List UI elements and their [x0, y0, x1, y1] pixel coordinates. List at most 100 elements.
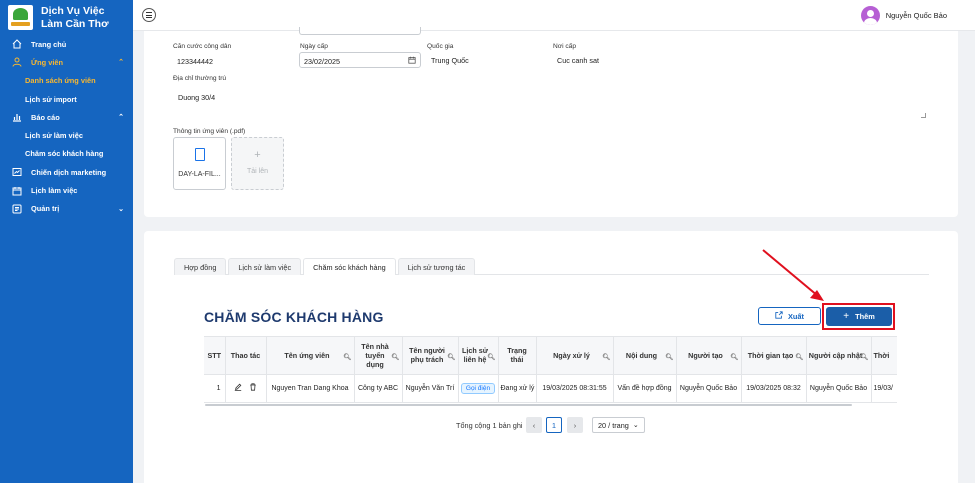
- tab-contracts[interactable]: Hợp đồng: [174, 258, 227, 275]
- cell-created-time: 19/03/2025 08:32: [741, 374, 807, 403]
- tab-interaction-history[interactable]: Lịch sử tương tác: [397, 258, 476, 275]
- address-textarea[interactable]: Duong 30/4: [173, 86, 928, 120]
- address-value: Duong 30/4: [178, 93, 216, 102]
- resize-handle[interactable]: [921, 113, 926, 118]
- page-size-select[interactable]: 20 / trang ⌄: [592, 417, 645, 433]
- sidebar: Dịch Vụ Việc Làm Cần Thơ Trang chủ Ứng v…: [0, 0, 133, 483]
- company-logo: [8, 5, 33, 30]
- sidebar-item-admin[interactable]: Quản trị ⌄: [0, 200, 133, 218]
- column-header-employer: Tên nhà tuyển dụng 🔍︎: [354, 337, 403, 375]
- cell-employer: Công ty ABC: [354, 374, 403, 403]
- issue-place-value[interactable]: Cuc canh sat: [557, 56, 599, 65]
- sidebar-item-candidate-list[interactable]: Danh sách ứng viên: [0, 72, 133, 90]
- tab-work-history[interactable]: Lịch sử làm việc: [228, 258, 302, 275]
- column-header-processed-date: Ngày xử lý 🔍︎: [536, 337, 614, 375]
- contact-tag: Gọi điện: [460, 382, 496, 394]
- cell-actions: [225, 374, 267, 403]
- sidebar-item-import-history[interactable]: Lịch sử import: [0, 90, 133, 108]
- avatar: [860, 6, 880, 25]
- cell-status: Đang xử lý: [498, 374, 537, 403]
- column-header-contact-history: Lịch sử liên hệ 🔍︎: [458, 337, 499, 375]
- calendar-icon: [11, 185, 22, 196]
- user-icon: [11, 57, 22, 68]
- edit-icon[interactable]: [234, 383, 242, 393]
- issue-date-value: 23/02/2025: [304, 56, 340, 66]
- chevron-left-icon: ‹: [532, 420, 536, 430]
- page-number[interactable]: 1: [546, 417, 562, 433]
- uploaded-file[interactable]: DAY-LA-FIL...: [173, 137, 226, 190]
- sidebar-item-label: Trang chủ: [31, 39, 67, 49]
- country-label: Quốc gia: [427, 43, 454, 50]
- sidebar-item-reports[interactable]: Báo cáo ⌃: [0, 108, 133, 126]
- export-button[interactable]: Xuất: [758, 307, 821, 325]
- file-name: DAY-LA-FIL...: [178, 171, 221, 178]
- menu-toggle-icon[interactable]: [142, 8, 156, 22]
- tab-customer-care[interactable]: Chăm sóc khách hàng: [303, 258, 396, 275]
- chevron-down-icon: ⌄: [632, 422, 639, 429]
- customer-care-table: STT Thao tác Tên ứng viên 🔍︎ Tên nhà tuyể…: [204, 336, 897, 408]
- sidebar-item-home[interactable]: Trang chủ: [0, 35, 133, 53]
- search-icon[interactable]: 🔍︎: [665, 353, 673, 362]
- search-icon[interactable]: 🔍︎: [487, 353, 495, 362]
- cccd-value[interactable]: 123344442: [177, 57, 213, 66]
- column-header-candidate: Tên ứng viên 🔍︎: [266, 337, 355, 375]
- column-header-created-time: Thời gian tạo 🔍︎: [741, 337, 807, 375]
- campaign-icon: [11, 167, 22, 178]
- search-icon[interactable]: 🔍︎: [795, 353, 803, 362]
- upload-button[interactable]: + Tải lên: [231, 137, 284, 190]
- cell-updater: Nguyễn Quốc Bảo: [806, 374, 872, 403]
- topbar: Nguyễn Quốc Bảo: [133, 0, 975, 31]
- home-icon: [11, 39, 22, 50]
- column-header-status: Trạng thái: [498, 337, 537, 375]
- sidebar-item-label: Chăm sóc khách hàng: [25, 149, 104, 159]
- column-header-content: Nội dung 🔍︎: [613, 337, 677, 375]
- sidebar-nav: Trang chủ Ứng viên ⌃ Danh sách ứng viên …: [0, 35, 133, 218]
- sidebar-item-label: Ứng viên: [31, 57, 64, 67]
- cell-owner: Nguyễn Văn Trí: [402, 374, 459, 403]
- search-icon[interactable]: 🔍︎: [447, 353, 455, 362]
- sidebar-item-schedule[interactable]: Lịch làm việc: [0, 181, 133, 199]
- calendar-icon: [408, 56, 416, 66]
- search-icon[interactable]: 🔍︎: [860, 353, 868, 362]
- search-icon[interactable]: 🔍︎: [602, 353, 610, 362]
- cell-stt: 1: [204, 374, 226, 403]
- issue-date-field[interactable]: 23/02/2025: [299, 52, 421, 68]
- sidebar-item-label: Quản trị: [31, 204, 60, 214]
- sidebar-item-label: Chiến dịch marketing: [31, 167, 107, 177]
- column-header-time: Thời: [871, 337, 897, 375]
- table-header-row: STT Thao tác Tên ứng viên 🔍︎ Tên nhà tuyể…: [204, 337, 897, 375]
- cell-contact: Gọi điện: [458, 374, 499, 403]
- prev-page-button[interactable]: ‹: [526, 417, 542, 433]
- sidebar-item-label: Báo cáo: [31, 112, 60, 122]
- search-icon[interactable]: 🔍︎: [343, 353, 351, 362]
- column-header-stt: STT: [204, 337, 226, 375]
- app-title: Dịch Vụ Việc Làm Cần Thơ: [41, 5, 109, 30]
- search-icon[interactable]: 🔍︎: [730, 353, 738, 362]
- chevron-up-icon: ⌃: [118, 114, 124, 122]
- page-size-value: 20 / trang: [598, 420, 629, 430]
- file-icon: [195, 148, 205, 161]
- user-menu[interactable]: Nguyễn Quốc Bảo: [860, 6, 947, 25]
- admin-icon: [11, 203, 22, 214]
- cell-content: Vấn đề hợp đồng: [613, 374, 677, 403]
- table-row: 1 Nguyen Tran Dang Khoa Công ty ABC Nguy…: [204, 374, 897, 403]
- annotation-highlight-box: [822, 303, 895, 330]
- horizontal-scrollbar[interactable]: [205, 404, 852, 406]
- previous-field-bottom[interactable]: [299, 27, 421, 35]
- sidebar-item-label: Danh sách ứng viên: [25, 76, 96, 86]
- next-page-button[interactable]: ›: [567, 417, 583, 433]
- plus-icon: +: [254, 149, 261, 161]
- sidebar-item-customer-care[interactable]: Chăm sóc khách hàng: [0, 145, 133, 163]
- sidebar-item-candidates[interactable]: Ứng viên ⌃: [0, 53, 133, 71]
- country-value[interactable]: Trung Quốc: [431, 56, 469, 65]
- detail-tabs: Hợp đồng Lịch sử làm việc Chăm sóc khách…: [174, 258, 929, 275]
- cell-processed-date: 19/03/2025 08:31:55: [536, 374, 614, 403]
- pagination-total: Tổng cộng 1 bản ghi: [456, 421, 523, 430]
- sidebar-item-marketing[interactable]: Chiến dịch marketing: [0, 163, 133, 181]
- delete-icon[interactable]: [249, 383, 257, 393]
- search-icon[interactable]: 🔍︎: [391, 353, 399, 362]
- issue-date-label: Ngày cấp: [300, 43, 328, 50]
- cccd-label: Căn cước công dân: [173, 43, 232, 50]
- sidebar-item-work-history[interactable]: Lịch sử làm việc: [0, 126, 133, 144]
- column-header-owner: Tên người phụ trách 🔍︎: [402, 337, 459, 375]
